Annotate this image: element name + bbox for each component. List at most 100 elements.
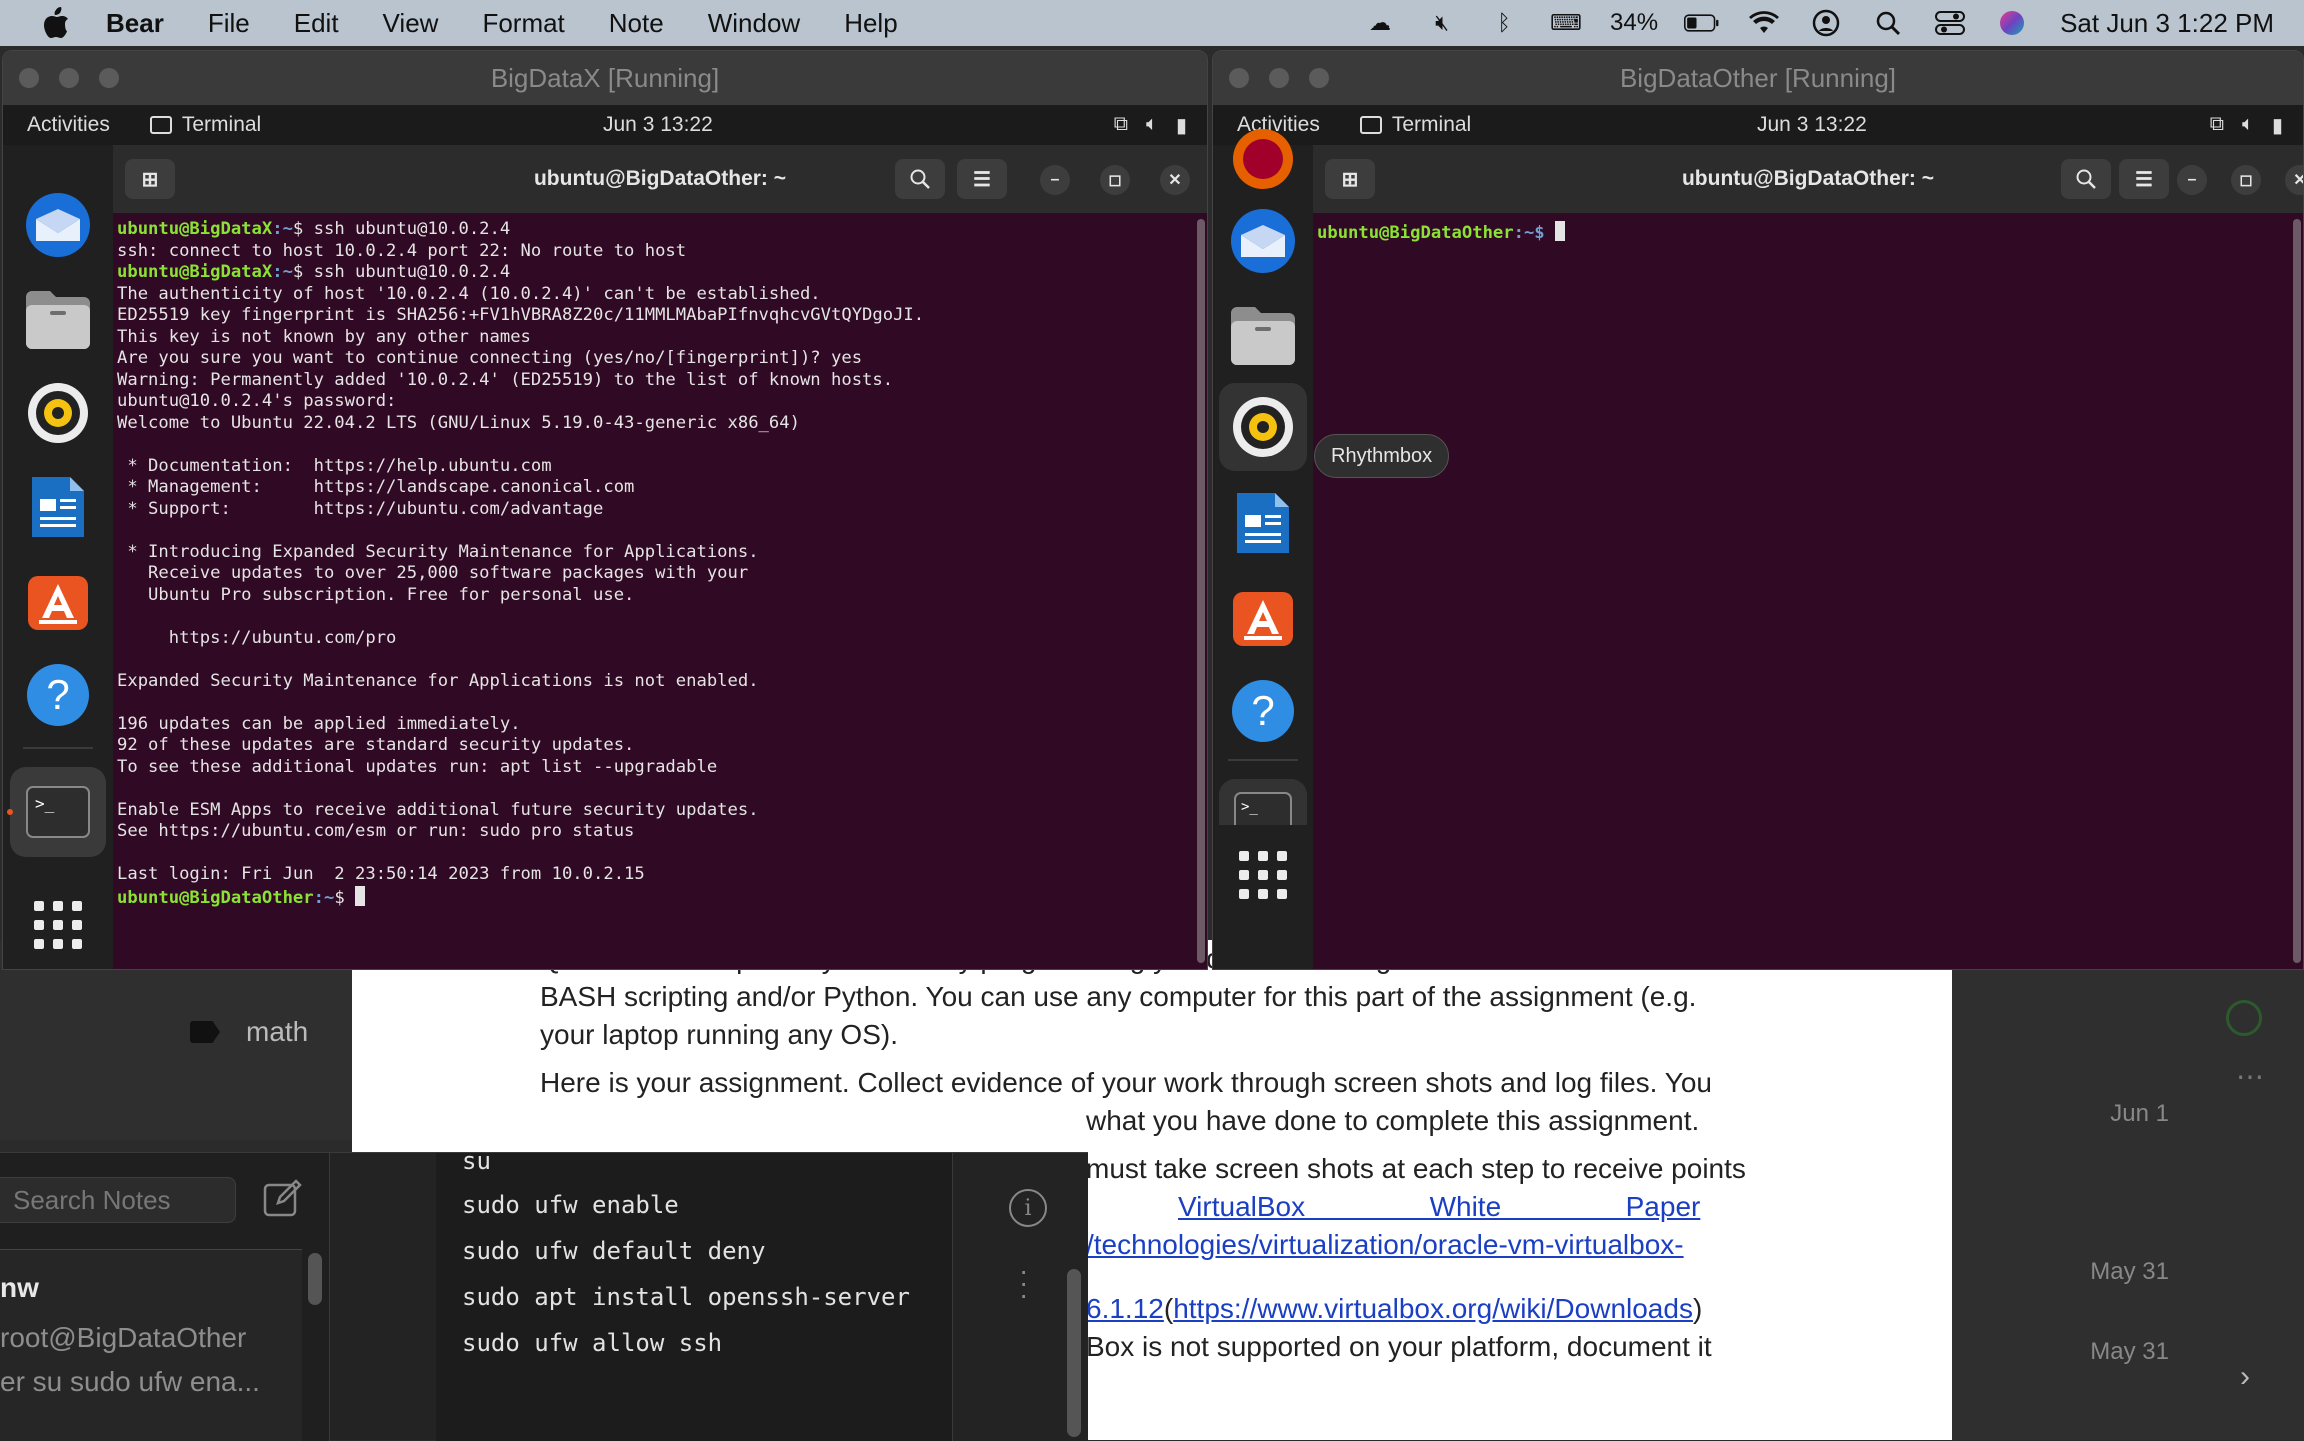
zoom-window-button[interactable] [99,68,119,88]
show-apps-icon[interactable] [18,885,98,965]
minimize-icon[interactable]: – [1040,165,1070,195]
virtualbox-downloads-link[interactable]: https://www.virtualbox.org/wiki/Download… [1173,1293,1693,1324]
terminal-line: ubuntu@10.0.2.4's password: [117,391,397,411]
menu-edit[interactable]: Edit [294,8,339,39]
search-notes-input[interactable]: Search Notes [0,1177,236,1223]
terminal-line: Ubuntu Pro subscription. Free for person… [117,584,635,605]
sidebar-tag-math[interactable]: math [190,1016,308,1048]
more-vertical-icon[interactable]: · · · [1019,1257,1028,1309]
rhythmbox-icon[interactable] [18,373,98,453]
libreoffice-writer-icon[interactable] [1223,483,1303,563]
system-tray[interactable]: ⧉ 🔈︎ ▮ [2210,113,2283,138]
editor-scrollbar[interactable] [1067,1269,1081,1437]
terminal-window[interactable]: ⊞ ubuntu@BigDataOther: ~ ☰ – ◻ ✕ ubuntu@… [1313,145,2303,969]
search-icon[interactable] [2061,159,2111,199]
avatar[interactable] [2226,1000,2262,1036]
new-tab-button[interactable]: ⊞ [1325,159,1375,199]
help-icon[interactable]: ? [1223,671,1303,751]
sound-muted-icon[interactable]: 🔇︎ [1424,8,1460,38]
thunderbird-icon[interactable] [18,185,98,265]
terminal-output[interactable]: ubuntu@BigDataX:~$ ssh ubuntu@10.0.2.4 ss… [113,213,1207,969]
dock-divider [1228,759,1298,761]
more-options-icon[interactable]: ⋯ [2236,1060,2264,1093]
dock-divider [23,747,93,749]
menubar-clock[interactable]: Sat Jun 3 1:22 PM [2060,8,2274,39]
files-icon[interactable] [18,279,98,359]
doc-line: what you have done to complete this assi… [1086,1105,1700,1136]
vbox-titlebar[interactable]: BigDataOther [Running] [1213,51,2303,105]
rhythmbox-icon[interactable] [1219,383,1307,471]
note-editor[interactable]: su sudo ufw enable sudo ufw default deny… [436,1147,952,1441]
files-icon[interactable] [1223,295,1303,375]
system-tray[interactable]: ⧉ 🔈︎ ▮ [1114,113,1187,138]
battery-icon[interactable] [1684,8,1720,38]
thunderbird-icon[interactable] [1223,201,1303,281]
list-item[interactable]: nw root@BigDataOther er su sudo ufw ena.… [0,1249,302,1441]
terminal-headerbar[interactable]: ⊞ ubuntu@BigDataOther: ~ ☰ – ◻ ✕ [113,145,1207,213]
vbox-title: BigDataX [Running] [490,62,720,93]
hamburger-menu-icon[interactable]: ☰ [957,159,1007,199]
terminal-app-menu[interactable]: Terminal [149,113,261,137]
minimize-window-button[interactable] [1269,68,1289,88]
menu-view[interactable]: View [383,8,439,39]
maximize-icon[interactable]: ◻ [2231,165,2261,195]
new-tab-button[interactable]: ⊞ [125,159,175,199]
keyboard-input-icon[interactable]: ⌨ [1548,8,1584,38]
terminal-output[interactable]: ubuntu@BigDataOther:~$ [1313,213,2303,969]
libreoffice-writer-icon[interactable] [18,467,98,547]
terminal-icon[interactable]: >_ [1219,779,1307,825]
cloud-sync-icon[interactable]: ☁ [1362,8,1398,38]
menu-file[interactable]: File [208,8,250,39]
close-icon[interactable]: ✕ [1160,165,1190,195]
oracle-virtualbox-link[interactable]: /technologies/virtualization/oracle-vm-v… [1086,1229,1684,1260]
zoom-window-button[interactable] [1309,68,1329,88]
terminal-scrollbar[interactable] [2293,219,2301,963]
minimize-icon[interactable]: – [2177,165,2207,195]
search-icon[interactable] [895,159,945,199]
vbox-titlebar[interactable]: BigDataX [Running] [3,51,1207,105]
version-link[interactable]: 6.1.12 [1086,1293,1164,1324]
activities-button[interactable]: Activities [27,113,110,137]
virtualbox-whitepaper-link[interactable]: VirtualBox White Paper [1178,1191,1700,1222]
minimize-window-button[interactable] [59,68,79,88]
ubuntu-clock[interactable]: Jun 3 13:22 [1757,113,1867,137]
new-note-button[interactable] [258,1175,306,1223]
close-window-button[interactable] [1229,68,1249,88]
siri-icon[interactable] [1994,8,2030,38]
terminal-window[interactable]: ⊞ ubuntu@BigDataOther: ~ ☰ – ◻ ✕ ubuntu@… [113,145,1207,969]
code-line: sudo apt install openssh-server [462,1283,910,1311]
close-icon[interactable]: ✕ [2285,165,2303,195]
info-icon[interactable]: i [1009,1189,1047,1227]
maximize-icon[interactable]: ◻ [1100,165,1130,195]
menu-window[interactable]: Window [708,8,800,39]
firefox-icon[interactable] [1223,119,1303,199]
wifi-icon[interactable] [1746,8,1782,38]
bluetooth-icon[interactable]: ᛒ [1486,8,1522,38]
app-center-icon[interactable] [18,561,98,641]
terminal-icon[interactable]: >_ [10,767,106,857]
spotlight-search-icon[interactable] [1870,8,1906,38]
terminal-app-menu[interactable]: Terminal [1359,113,1471,137]
apple-menu-icon[interactable] [36,3,76,43]
help-icon[interactable]: ? [18,655,98,735]
close-window-button[interactable] [19,68,39,88]
chevron-right-icon[interactable]: › [2240,1360,2250,1394]
control-center-icon[interactable] [1932,8,1968,38]
ubuntu-clock[interactable]: Jun 3 13:22 [603,113,713,137]
menu-note[interactable]: Note [609,8,664,39]
terminal-headerbar[interactable]: ⊞ ubuntu@BigDataOther: ~ ☰ – ◻ ✕ [1313,145,2303,213]
show-apps-icon[interactable] [1223,835,1303,915]
app-center-icon[interactable] [1223,577,1303,657]
dock-tooltip: Rhythmbox [1314,434,1450,478]
menu-app-bear[interactable]: Bear [106,8,164,39]
notes-scrollbar[interactable] [308,1253,322,1305]
terminal-line: https://ubuntu.com/pro [117,627,397,648]
user-account-icon[interactable] [1808,8,1844,38]
menu-help[interactable]: Help [844,8,897,39]
ubuntu-top-bar: Activities Terminal Jun 3 13:22 ⧉ 🔈︎ ▮ [1213,105,2303,145]
terminal-scrollbar[interactable] [1197,219,1205,963]
hamburger-menu-icon[interactable]: ☰ [2119,159,2169,199]
menu-format[interactable]: Format [482,8,564,39]
